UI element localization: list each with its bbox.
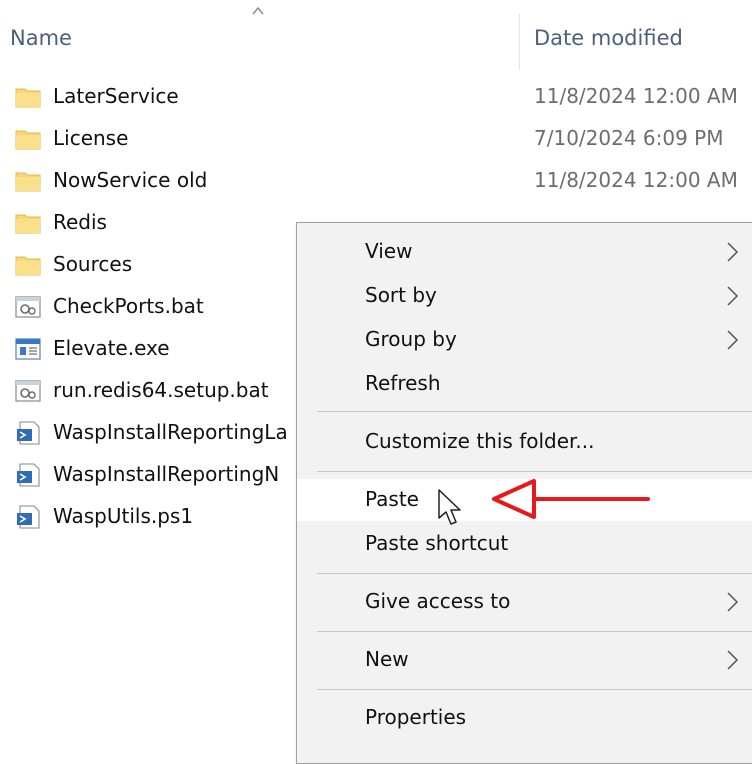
- sort-ascending-icon: [252, 6, 264, 15]
- menu-separator: [317, 471, 752, 472]
- menu-item-view[interactable]: View: [297, 231, 752, 273]
- menu-separator: [317, 573, 752, 574]
- powershell-script-icon: [17, 505, 40, 529]
- batch-file-icon: [15, 380, 41, 402]
- chevron-right-icon: [727, 330, 739, 350]
- file-row-license[interactable]: License 7/10/2024 6:09 PM: [0, 118, 752, 160]
- name-column-header[interactable]: Name: [10, 26, 72, 50]
- file-row-nowservice-old[interactable]: NowService old 11/8/2024 12:00 AM: [0, 160, 752, 202]
- file-name: Sources: [53, 252, 133, 276]
- file-name: License: [53, 126, 129, 150]
- menu-item-new[interactable]: New: [297, 639, 752, 681]
- menu-item-label: Paste shortcut: [365, 531, 509, 555]
- file-name: WaspUtils.ps1: [53, 504, 194, 528]
- menu-separator: [317, 689, 752, 690]
- menu-separator: [317, 411, 752, 412]
- file-row-laterservice[interactable]: LaterService 11/8/2024 12:00 AM: [0, 76, 752, 118]
- file-name: WaspInstallReportingLa: [53, 420, 288, 444]
- mouse-pointer-icon: [438, 489, 461, 525]
- file-date: 11/8/2024 12:00 AM: [534, 168, 738, 192]
- batch-file-icon: [15, 296, 41, 318]
- folder-icon: [15, 172, 41, 192]
- file-date: 11/8/2024 12:00 AM: [534, 84, 738, 108]
- menu-item-properties[interactable]: Properties: [297, 697, 752, 739]
- file-name: CheckPorts.bat: [53, 294, 204, 318]
- folder-icon: [15, 214, 41, 234]
- menu-item-label: Refresh: [365, 371, 441, 395]
- menu-item-label: Paste: [365, 487, 419, 511]
- date-modified-column-header[interactable]: Date modified: [534, 26, 683, 50]
- menu-item-label: Give access to: [365, 589, 511, 613]
- annotation-arrow-icon: [492, 479, 650, 519]
- chevron-right-icon: [727, 592, 739, 612]
- menu-item-label: View: [365, 239, 413, 263]
- folder-icon: [15, 88, 41, 108]
- file-name: LaterService: [53, 84, 179, 108]
- file-date: 7/10/2024 6:09 PM: [534, 126, 724, 150]
- menu-item-paste-shortcut[interactable]: Paste shortcut: [297, 523, 752, 565]
- file-name: NowService old: [53, 168, 208, 192]
- menu-item-label: Group by: [365, 327, 457, 351]
- menu-item-customize-folder[interactable]: Customize this folder...: [297, 421, 752, 463]
- file-name: WaspInstallReportingN: [53, 462, 280, 486]
- powershell-script-icon: [17, 421, 40, 445]
- menu-separator: [317, 631, 752, 632]
- menu-item-sort-by[interactable]: Sort by: [297, 275, 752, 317]
- menu-item-group-by[interactable]: Group by: [297, 319, 752, 361]
- file-name: Elevate.exe: [53, 336, 170, 360]
- folder-icon: [15, 256, 41, 276]
- menu-item-label: New: [365, 647, 409, 671]
- menu-item-label: Customize this folder...: [365, 429, 595, 453]
- chevron-right-icon: [727, 650, 739, 670]
- file-name: run.redis64.setup.bat: [53, 378, 269, 402]
- file-name: Redis: [53, 210, 107, 234]
- menu-item-refresh[interactable]: Refresh: [297, 363, 752, 405]
- menu-item-label: Properties: [365, 705, 467, 729]
- powershell-script-icon: [17, 463, 40, 487]
- menu-item-give-access-to[interactable]: Give access to: [297, 581, 752, 623]
- executable-icon: [15, 338, 41, 360]
- menu-item-label: Sort by: [365, 283, 437, 307]
- folder-icon: [15, 130, 41, 150]
- column-divider[interactable]: [519, 14, 520, 70]
- chevron-right-icon: [727, 286, 739, 306]
- chevron-right-icon: [727, 242, 739, 262]
